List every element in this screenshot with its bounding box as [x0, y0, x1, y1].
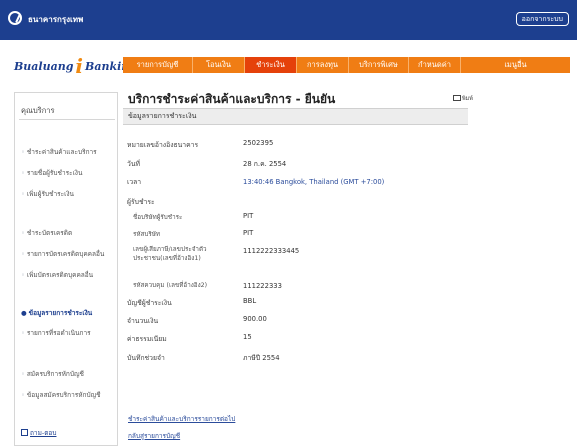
nav-payment[interactable]: ชำระเงิน: [245, 57, 297, 73]
faq-link[interactable]: ถาม-ตอบ: [21, 428, 56, 438]
field-label: ผู้รับชำระ: [127, 198, 155, 206]
nav-transfer[interactable]: โอนเงิน: [193, 57, 245, 73]
sidebar-divider: [19, 119, 115, 120]
field-value: 1112222333445: [243, 247, 300, 255]
print-button[interactable]: พิมพ์: [453, 95, 473, 103]
sidebar-item-add-credit-card[interactable]: ◦ เพิ่มบัตรเครดิตบุคคลอื่น: [21, 270, 93, 280]
bullet-icon: ◦: [21, 190, 25, 198]
field-value: 28 ก.ค. 2554: [243, 160, 287, 168]
field-label: วันที่: [127, 160, 140, 168]
sidebar-item-pay-credit-card[interactable]: ◦ ชำระบัตรเครดิต: [21, 228, 72, 238]
bullet-icon: ●: [21, 309, 27, 317]
bullet-icon: ◦: [21, 271, 25, 279]
field-value: 900.00: [243, 315, 267, 323]
bullet-icon: ◦: [21, 391, 25, 399]
field-value: ภาษีปี 2554: [243, 354, 280, 362]
bullet-icon: ◦: [21, 329, 25, 337]
logout-button[interactable]: ออกจากระบบ: [515, 12, 569, 26]
field-label: ค่าธรรมเนียม: [127, 335, 167, 343]
sidebar-item-label: ชำระค่าสินค้าและบริการ: [26, 148, 97, 156]
field-label: รหัสบริษัท: [133, 231, 161, 238]
nav-accounts[interactable]: รายการบัญชี: [123, 57, 193, 73]
sidebar-item-pending[interactable]: ◦ รายการที่รอดำเนินการ: [21, 328, 91, 338]
nav-special-services[interactable]: บริการพิเศษ: [349, 57, 409, 73]
top-bar: ธนาคารกรุงเทพ ออกจากระบบ: [0, 0, 577, 40]
field-value: BBL: [243, 297, 257, 305]
nav-settings[interactable]: กำหนดค่า: [409, 57, 461, 73]
field-value: 15: [243, 333, 252, 341]
faq-label: ถาม-ตอบ: [30, 429, 57, 437]
sidebar-item-label: ข้อมูลสมัครบริการหักบัญชี: [26, 391, 101, 399]
field-label: จำนวนเงิน: [127, 317, 159, 325]
sidebar-item-direct-debit-info[interactable]: ◦ ข้อมูลสมัครบริการหักบัญชี: [21, 390, 101, 400]
section-header: ข้อมูลรายการชำระเงิน: [123, 108, 468, 125]
field-value: PIT: [243, 212, 254, 220]
sidebar: คุณบริการ ◦ ชำระค่าสินค้าและบริการ ◦ รายชื…: [14, 92, 118, 446]
faq-icon: [21, 429, 28, 436]
field-label: เลขผู้เสียภาษี/เลขประจำตัว ประชาชน(เลขที…: [133, 246, 207, 262]
field-label: ชื่อบริษัทผู้รับชำระ: [133, 214, 183, 221]
sidebar-title: คุณบริการ: [21, 106, 55, 115]
bullet-icon: ◦: [21, 148, 25, 156]
brand-i: i: [75, 54, 84, 78]
back-to-accounts-link[interactable]: กลับสู่รายการบัญชี: [128, 431, 180, 441]
sidebar-item-add-payee[interactable]: ◦ เพิ่มผู้รับชำระเงิน: [21, 189, 74, 199]
print-label: พิมพ์: [462, 96, 473, 102]
field-label: บัญชีผู้ชำระเงิน: [127, 299, 172, 307]
nav-other-menu[interactable]: เมนูอื่น: [461, 57, 570, 73]
field-label: รหัสควบคุม (เลขที่อ้างอิง2): [133, 282, 208, 289]
bualuang-ibanking-logo: Bualuang i Banking: [14, 51, 137, 78]
field-label: หมายเลขอ้างอิงธนาคาร: [127, 141, 199, 149]
field-value: 13:40:46 Bangkok, Thailand (GMT +7:00): [243, 178, 385, 186]
sidebar-item-label: เพิ่มผู้รับชำระเงิน: [26, 190, 74, 198]
pay-next-link[interactable]: ชำระค่าสินค้าและบริการรายการต่อไป: [128, 414, 235, 424]
sidebar-item-label: ข้อมูลรายการชำระเงิน: [28, 309, 93, 317]
bullet-icon: ◦: [21, 370, 25, 378]
brand-left: Bualuang: [14, 60, 74, 73]
bank-logo-icon: [8, 11, 22, 25]
field-label: เวลา: [127, 178, 142, 186]
printer-icon: [453, 95, 461, 101]
sidebar-item-payment-info[interactable]: ● ข้อมูลรายการชำระเงิน: [21, 308, 92, 318]
bullet-icon: ◦: [21, 250, 25, 258]
bank-name: ธนาคารกรุงเทพ: [28, 15, 84, 24]
bullet-icon: ◦: [21, 169, 25, 177]
sidebar-item-label: รายการบัตรเครดิตบุคคลอื่น: [26, 250, 105, 258]
field-value: PIT: [243, 229, 254, 237]
main-nav: รายการบัญชี โอนเงิน ชำระเงิน การลงทุน บร…: [123, 57, 570, 73]
page-title: บริการชำระค่าสินค้าและบริการ - ยืนยัน: [128, 92, 336, 106]
sidebar-item-payee-list[interactable]: ◦ รายชื่อผู้รับชำระเงิน: [21, 168, 82, 178]
sidebar-item-direct-debit-apply[interactable]: ◦ สมัครบริการหักบัญชี: [21, 369, 84, 379]
sidebar-item-label: สมัครบริการหักบัญชี: [26, 370, 84, 378]
sidebar-item-label: เพิ่มบัตรเครดิตบุคคลอื่น: [26, 271, 94, 279]
sidebar-item-other-credit-cards[interactable]: ◦ รายการบัตรเครดิตบุคคลอื่น: [21, 249, 104, 259]
nav-investment[interactable]: การลงทุน: [297, 57, 349, 73]
sidebar-item-label: ชำระบัตรเครดิต: [26, 229, 73, 237]
sidebar-item-label: รายการที่รอดำเนินการ: [26, 329, 91, 337]
field-value: 111222333: [243, 282, 282, 290]
field-label: บันทึกช่วยจำ: [127, 354, 165, 362]
sidebar-item-pay-bills[interactable]: ◦ ชำระค่าสินค้าและบริการ: [21, 147, 97, 157]
bullet-icon: ◦: [21, 229, 25, 237]
field-value: 2502395: [243, 139, 274, 147]
sidebar-item-label: รายชื่อผู้รับชำระเงิน: [26, 169, 83, 177]
